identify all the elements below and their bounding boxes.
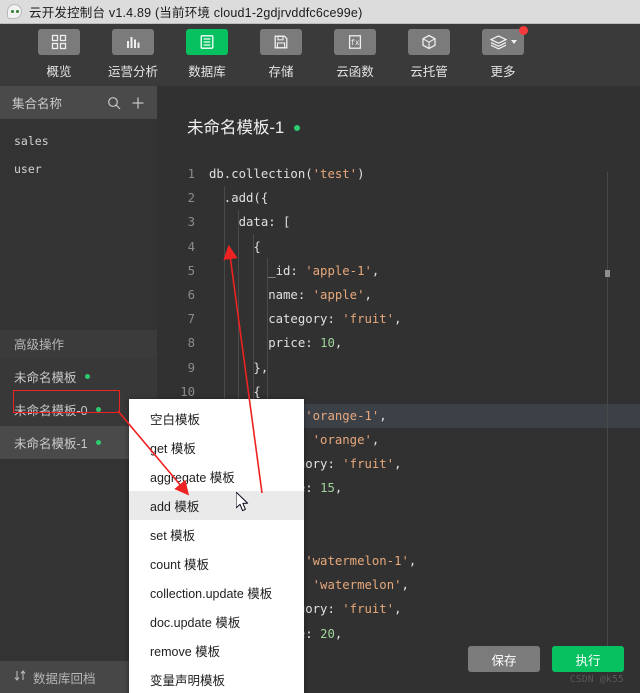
context-menu-item[interactable]: add 模板 (129, 491, 304, 520)
template-status-dot (84, 373, 90, 379)
grid-icon (38, 29, 80, 55)
mouse-cursor (236, 492, 249, 512)
editor-scrollbar-track[interactable] (607, 172, 608, 672)
sort-arrows-icon (14, 669, 26, 685)
line-number: 4 (187, 239, 195, 254)
run-button[interactable]: 执行 (552, 646, 624, 672)
toolbar-item-label: 运营分析 (107, 65, 158, 79)
chevron-down-icon (510, 40, 517, 44)
layers-icon (482, 26, 528, 55)
template-item-label: 未命名模板-0 (14, 403, 88, 418)
bar-chart-icon (112, 29, 154, 55)
window-title-bar: 云开发控制台 v1.4.89 (当前环境 cloud1-2gdjrvddfc6c… (0, 0, 640, 24)
collection-list: sales user (0, 119, 157, 330)
context-menu-item[interactable]: aggregate 模板 (129, 462, 304, 491)
cube-icon (408, 29, 450, 55)
code-text: _id: 'apple-1', (209, 263, 380, 278)
page-title: 未命名模板-1 (187, 119, 285, 137)
toolbar-item-3[interactable]: 存储 (244, 29, 318, 80)
toolbar-item-5[interactable]: 云托管 (392, 29, 466, 80)
window-title: 云开发控制台 v1.4.89 (当前环境 cloud1-2gdjrvddfc6c… (29, 6, 363, 20)
collection-header: 集合名称 (0, 86, 157, 119)
code-text: price: 10, (209, 336, 343, 351)
function-file-icon: fx (334, 29, 376, 55)
template-status-dot (95, 439, 101, 445)
code-text: .add({ (209, 191, 269, 206)
editor-action-buttons: 保存 执行 (468, 646, 624, 672)
template-item-label: 未命名模板-1 (14, 436, 88, 451)
watermark-text: CSDN @k55 (569, 674, 624, 685)
context-menu-item[interactable]: set 模板 (129, 520, 304, 549)
toolbar-item-label: 存储 (268, 65, 294, 79)
line-number: 2 (187, 191, 195, 206)
advanced-operations-row[interactable]: 高级操作 (0, 329, 157, 358)
sidebar-collection-item[interactable]: sales (0, 127, 157, 155)
code-line[interactable]: 8 price: 10, (157, 331, 640, 355)
plus-icon[interactable] (131, 96, 145, 110)
code-line[interactable]: 1 db.collection('test') (157, 162, 640, 186)
line-number: 9 (187, 360, 195, 375)
code-text: data: [ (209, 215, 291, 230)
advanced-operations-label: 高级操作 (14, 338, 65, 352)
context-menu-item[interactable]: count 模板 (129, 549, 304, 578)
document-title-row: 未命名模板-1 (157, 86, 640, 138)
code-line[interactable]: 2 .add({ (157, 186, 640, 210)
template-status-dot (95, 406, 101, 412)
code-line[interactable]: 9 }, (157, 356, 640, 380)
toolbar-item-2[interactable]: 数据库 (170, 29, 244, 80)
code-text: name: 'apple', (209, 287, 372, 302)
main-toolbar: 概览 运营分析 数据库 存储 fx 云函数 云托管 更多 (0, 24, 640, 86)
code-line[interactable]: 5 _id: 'apple-1', (157, 259, 640, 283)
collection-header-label: 集合名称 (12, 97, 63, 111)
database-icon (186, 29, 228, 55)
code-line[interactable]: 3 data: [ (157, 210, 640, 234)
line-number: 7 (187, 312, 195, 327)
context-menu-item[interactable]: remove 模板 (129, 636, 304, 665)
code-line[interactable]: 6 name: 'apple', (157, 283, 640, 307)
line-number: 3 (187, 215, 195, 230)
toolbar-item-label: 数据库 (188, 65, 226, 79)
context-menu-item[interactable]: collection.update 模板 (129, 578, 304, 607)
toolbar-item-label: 概览 (46, 65, 72, 79)
context-menu-item[interactable]: 空白模板 (129, 404, 304, 433)
toolbar-item-4[interactable]: fx 云函数 (318, 29, 392, 80)
context-menu-item[interactable]: get 模板 (129, 433, 304, 462)
unsaved-indicator-dot (294, 124, 301, 131)
notification-badge (519, 26, 528, 35)
toolbar-item-1[interactable]: 运营分析 (96, 29, 170, 80)
context-menu-item[interactable]: 变量声明模板 (129, 665, 304, 693)
line-number: 6 (187, 287, 195, 302)
template-context-menu: 空白模板 get 模板 aggregate 模板 add 模板 set 模板 count … (129, 399, 304, 693)
line-number: 1 (187, 167, 195, 181)
line-number: 8 (187, 336, 195, 351)
sidebar-collection-item[interactable]: user (0, 155, 157, 183)
save-disk-icon (260, 29, 302, 55)
code-line[interactable]: 7 category: 'fruit', (157, 307, 640, 331)
sidebar-template-item[interactable]: 未命名模板 (0, 360, 157, 393)
search-icon[interactable] (107, 96, 121, 110)
editor-scrollbar-thumb[interactable] (605, 270, 610, 277)
wechat-bubble-icon (7, 4, 22, 19)
template-item-label: 未命名模板 (14, 370, 77, 385)
toolbar-item-label: 云托管 (410, 65, 448, 79)
toolbar-item-label: 云函数 (336, 65, 374, 79)
context-menu-item[interactable]: doc.update 模板 (129, 607, 304, 636)
svg-text:fx: fx (350, 38, 360, 47)
code-text: db.collection('test') (209, 167, 365, 181)
code-line[interactable]: 4 { (157, 235, 640, 259)
toolbar-item-label: 更多 (490, 65, 516, 79)
save-button[interactable]: 保存 (468, 646, 540, 672)
database-archive-label: 数据库回档 (33, 671, 96, 686)
line-number: 5 (187, 263, 195, 278)
toolbar-item-0[interactable]: 概览 (22, 29, 96, 80)
toolbar-item-6[interactable]: 更多 (466, 26, 540, 80)
